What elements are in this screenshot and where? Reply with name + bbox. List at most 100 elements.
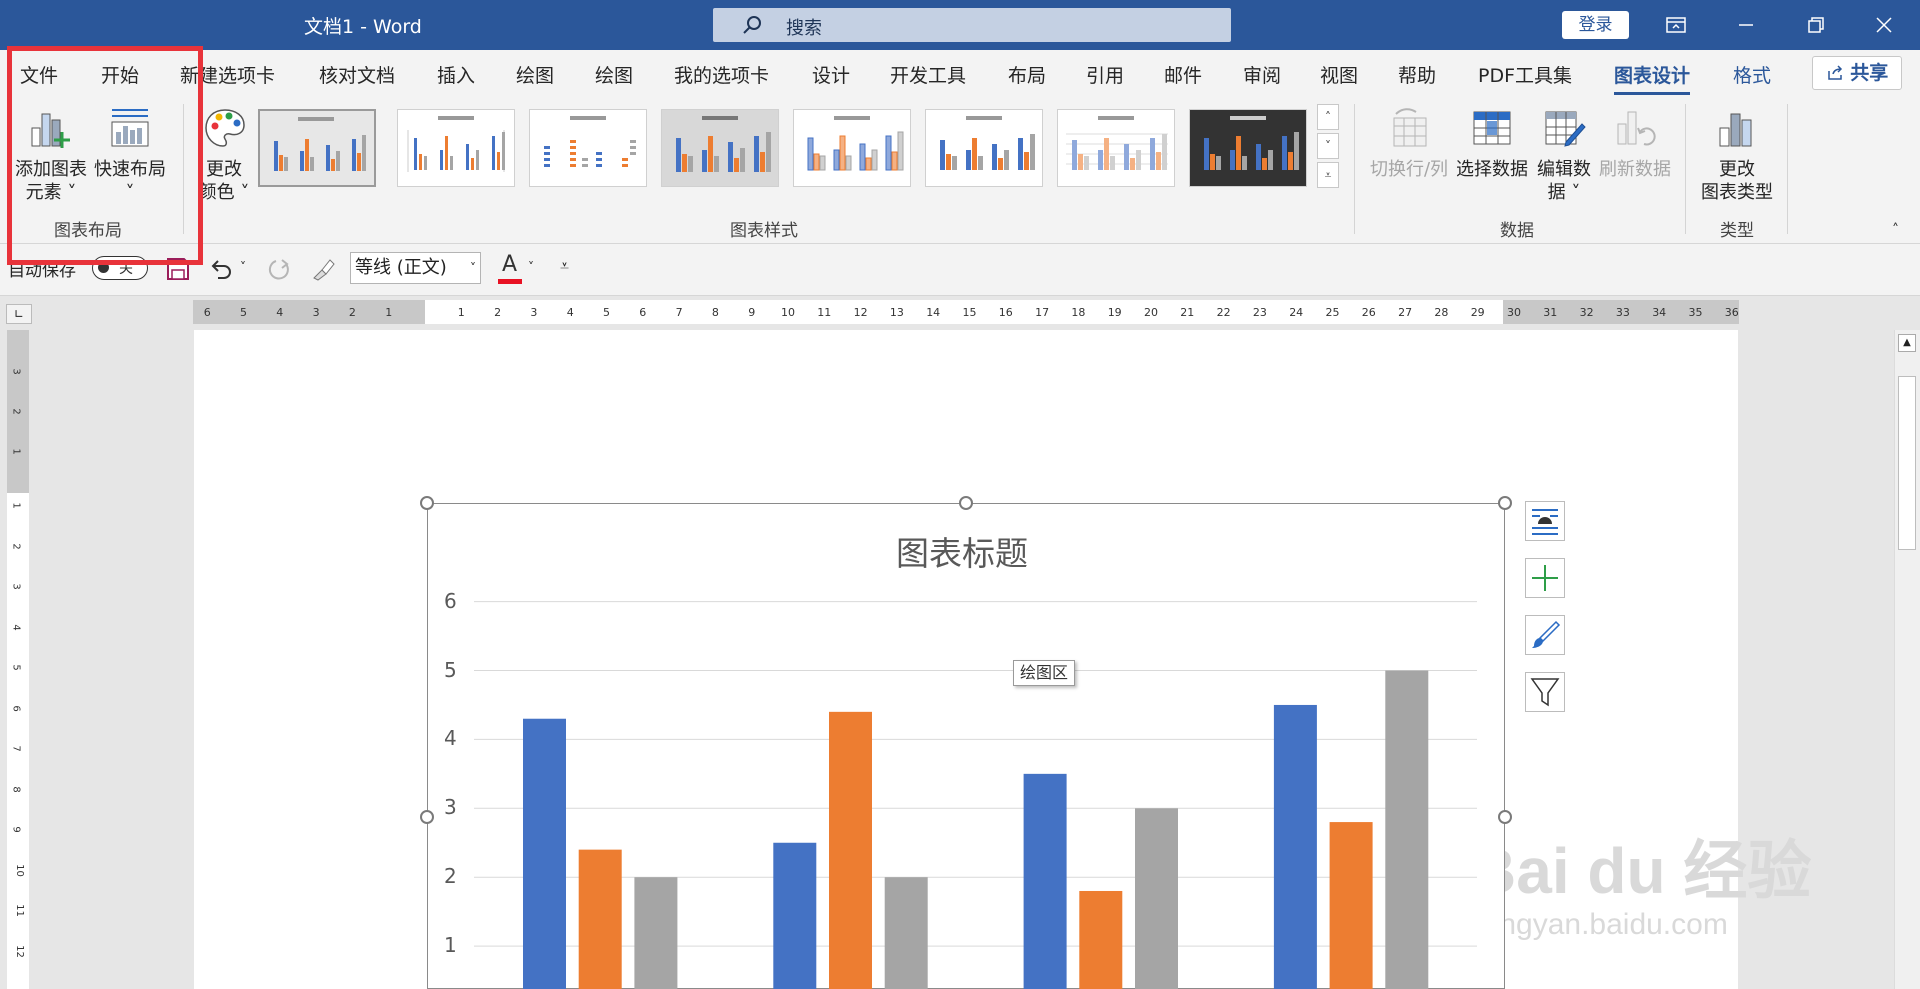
chart-bar-s3-c4[interactable] (1385, 670, 1429, 989)
chart-bar-s3-c2[interactable] (884, 877, 928, 989)
ruler-number: 3 (530, 306, 538, 319)
restore-icon[interactable] (1798, 8, 1834, 42)
chart-bar-s2-c2[interactable] (829, 711, 872, 989)
font-name-dropdown[interactable]: 等线 (正文) ˅ (350, 252, 481, 284)
switch-row-column-label: 切换行/列 (1369, 159, 1449, 180)
resize-handle-top-left[interactable] (420, 496, 434, 510)
minimize-icon[interactable] (1728, 8, 1764, 42)
ruler-number: 35 (1688, 306, 1703, 319)
vruler-number: 6 (10, 704, 22, 712)
tab-my-tab[interactable]: 我的选项卡 (674, 61, 769, 88)
switch-row-column-button[interactable]: 切换行/列 (1368, 102, 1450, 206)
chart-title[interactable]: 图表标题 (896, 527, 1028, 575)
chart-style-3[interactable] (529, 109, 647, 187)
change-colors-button[interactable]: 更改 颜色 ˅ (194, 102, 254, 206)
ruler-number: 16 (998, 306, 1013, 319)
chart-elements-plus-icon[interactable] (1525, 558, 1565, 598)
tab-mailings[interactable]: 邮件 (1164, 61, 1202, 88)
search-box[interactable]: 搜索 (713, 8, 1231, 42)
collapse-ribbon-icon[interactable]: ˄ (1892, 222, 1899, 238)
chart-style-2[interactable] (397, 109, 515, 187)
tab-references[interactable]: 引用 (1086, 61, 1124, 88)
ribbon-display-icon[interactable] (1658, 8, 1694, 42)
chart-style-1[interactable] (258, 109, 376, 187)
chart-bar-s1-c1[interactable] (523, 718, 566, 989)
tab-draw-1[interactable]: 绘图 (516, 61, 554, 88)
tab-chart-design[interactable]: 图表设计 (1614, 61, 1691, 95)
tab-developer[interactable]: 开发工具 (890, 61, 966, 88)
resize-handle-right[interactable] (1498, 810, 1512, 824)
vertical-scrollbar[interactable]: ▲ (1894, 330, 1920, 989)
gallery-scroll-up-icon[interactable]: ˄ (1317, 104, 1339, 130)
chart-bar-s1-c2[interactable] (773, 842, 817, 989)
vruler-number: 11 (13, 904, 25, 917)
undo-icon[interactable] (208, 256, 234, 282)
ruler-number: 15 (962, 306, 977, 319)
ruler-number: 14 (926, 306, 941, 319)
ruler-number: 5 (240, 306, 247, 319)
chart-filters-icon[interactable] (1525, 672, 1565, 712)
group-type-label: 类型 (1720, 221, 1754, 241)
chart-style-4[interactable] (661, 109, 779, 187)
font-color-button[interactable]: A (498, 252, 526, 284)
chart-bar-s1-c4[interactable] (1273, 704, 1317, 989)
ruler-number: 26 (1361, 306, 1376, 319)
select-data-button[interactable]: 选择数据 (1454, 102, 1530, 206)
plot-area-tooltip: 绘图区 (1013, 660, 1076, 686)
gallery-more-icon[interactable]: ⩡ (1317, 162, 1339, 188)
chart-bar-s3-c3[interactable] (1135, 808, 1178, 989)
change-chart-type-button[interactable]: 更改 图表类型 (1694, 102, 1780, 206)
chart-bar-s2-c1[interactable] (578, 849, 622, 989)
format-painter-icon[interactable] (310, 256, 336, 282)
font-color-dropdown-icon[interactable]: ˅ (528, 260, 534, 274)
redo-icon[interactable] (266, 256, 292, 282)
vertical-ruler[interactable]: 3 2 1 1 2 3 4 5 6 7 8 9 10 11 12 (7, 330, 29, 989)
tab-help[interactable]: 帮助 (1398, 61, 1436, 88)
customize-qat-icon[interactable]: ⩡ (560, 256, 569, 276)
share-button[interactable]: 共享 (1812, 56, 1902, 90)
chart-style-6[interactable] (925, 109, 1043, 187)
chart-style-5[interactable] (793, 109, 911, 187)
ruler-number: 3 (312, 306, 320, 319)
ruler-number: 9 (748, 306, 756, 319)
edit-data-button[interactable]: 编辑数据 ˅ (1532, 102, 1596, 206)
watermark-url: jingyan.baidu.com (1486, 908, 1728, 941)
tab-layout[interactable]: 布局 (1008, 61, 1046, 88)
resize-handle-left[interactable] (420, 810, 434, 824)
chart-styles-brush-icon[interactable] (1525, 615, 1565, 655)
resize-handle-top[interactable] (959, 496, 973, 510)
scroll-thumb[interactable] (1898, 376, 1916, 550)
edit-data-icon (1545, 111, 1586, 147)
tab-format[interactable]: 格式 (1733, 61, 1771, 88)
horizontal-ruler[interactable]: 6 5 4 3 2 1 1 2 3 4 5 6 7 8 9 10 11 12 13 14 15 16 17 18 19 20 21 2… (193, 300, 1739, 324)
tab-stop-selector-icon[interactable]: ∟ (6, 304, 32, 324)
tab-pdf-tools[interactable]: PDF工具集 (1478, 61, 1572, 88)
chart-bar-s2-c3[interactable] (1079, 890, 1123, 989)
tab-design[interactable]: 设计 (812, 61, 850, 88)
tab-draw-2[interactable]: 绘图 (595, 61, 633, 88)
undo-dropdown-icon[interactable]: ˅ (240, 260, 246, 274)
tab-view[interactable]: 视图 (1320, 61, 1358, 88)
layout-options-icon[interactable] (1525, 501, 1565, 541)
y-axis-tick-label: 2 (444, 864, 457, 889)
chart-bar-s1-c3[interactable] (1023, 773, 1067, 989)
tab-insert[interactable]: 插入 (437, 61, 475, 88)
refresh-data-label: 刷新数据 (1599, 159, 1671, 180)
chevron-down-icon: ˅ (470, 261, 476, 275)
vruler-number: 5 (10, 664, 22, 671)
chart-style-7[interactable] (1057, 109, 1175, 187)
resize-handle-top-right[interactable] (1498, 496, 1512, 510)
watermark-logo: Bai du 经验 (1470, 835, 1812, 907)
chart-bar-s2-c4[interactable] (1329, 822, 1373, 989)
scroll-up-icon[interactable]: ▲ (1898, 334, 1916, 352)
chart-plot[interactable] (428, 504, 1504, 989)
gallery-scroll-down-icon[interactable]: ˅ (1317, 133, 1339, 159)
tab-proofread[interactable]: 核对文档 (319, 61, 395, 88)
tab-review[interactable]: 审阅 (1243, 61, 1281, 88)
chart-style-8[interactable] (1189, 109, 1307, 187)
ruler-number: 6 (639, 306, 647, 319)
login-button[interactable]: 登录 (1562, 11, 1629, 39)
refresh-data-button[interactable]: 刷新数据 (1596, 102, 1674, 206)
close-icon[interactable] (1866, 8, 1902, 42)
chart-bar-s3-c1[interactable] (634, 877, 678, 989)
